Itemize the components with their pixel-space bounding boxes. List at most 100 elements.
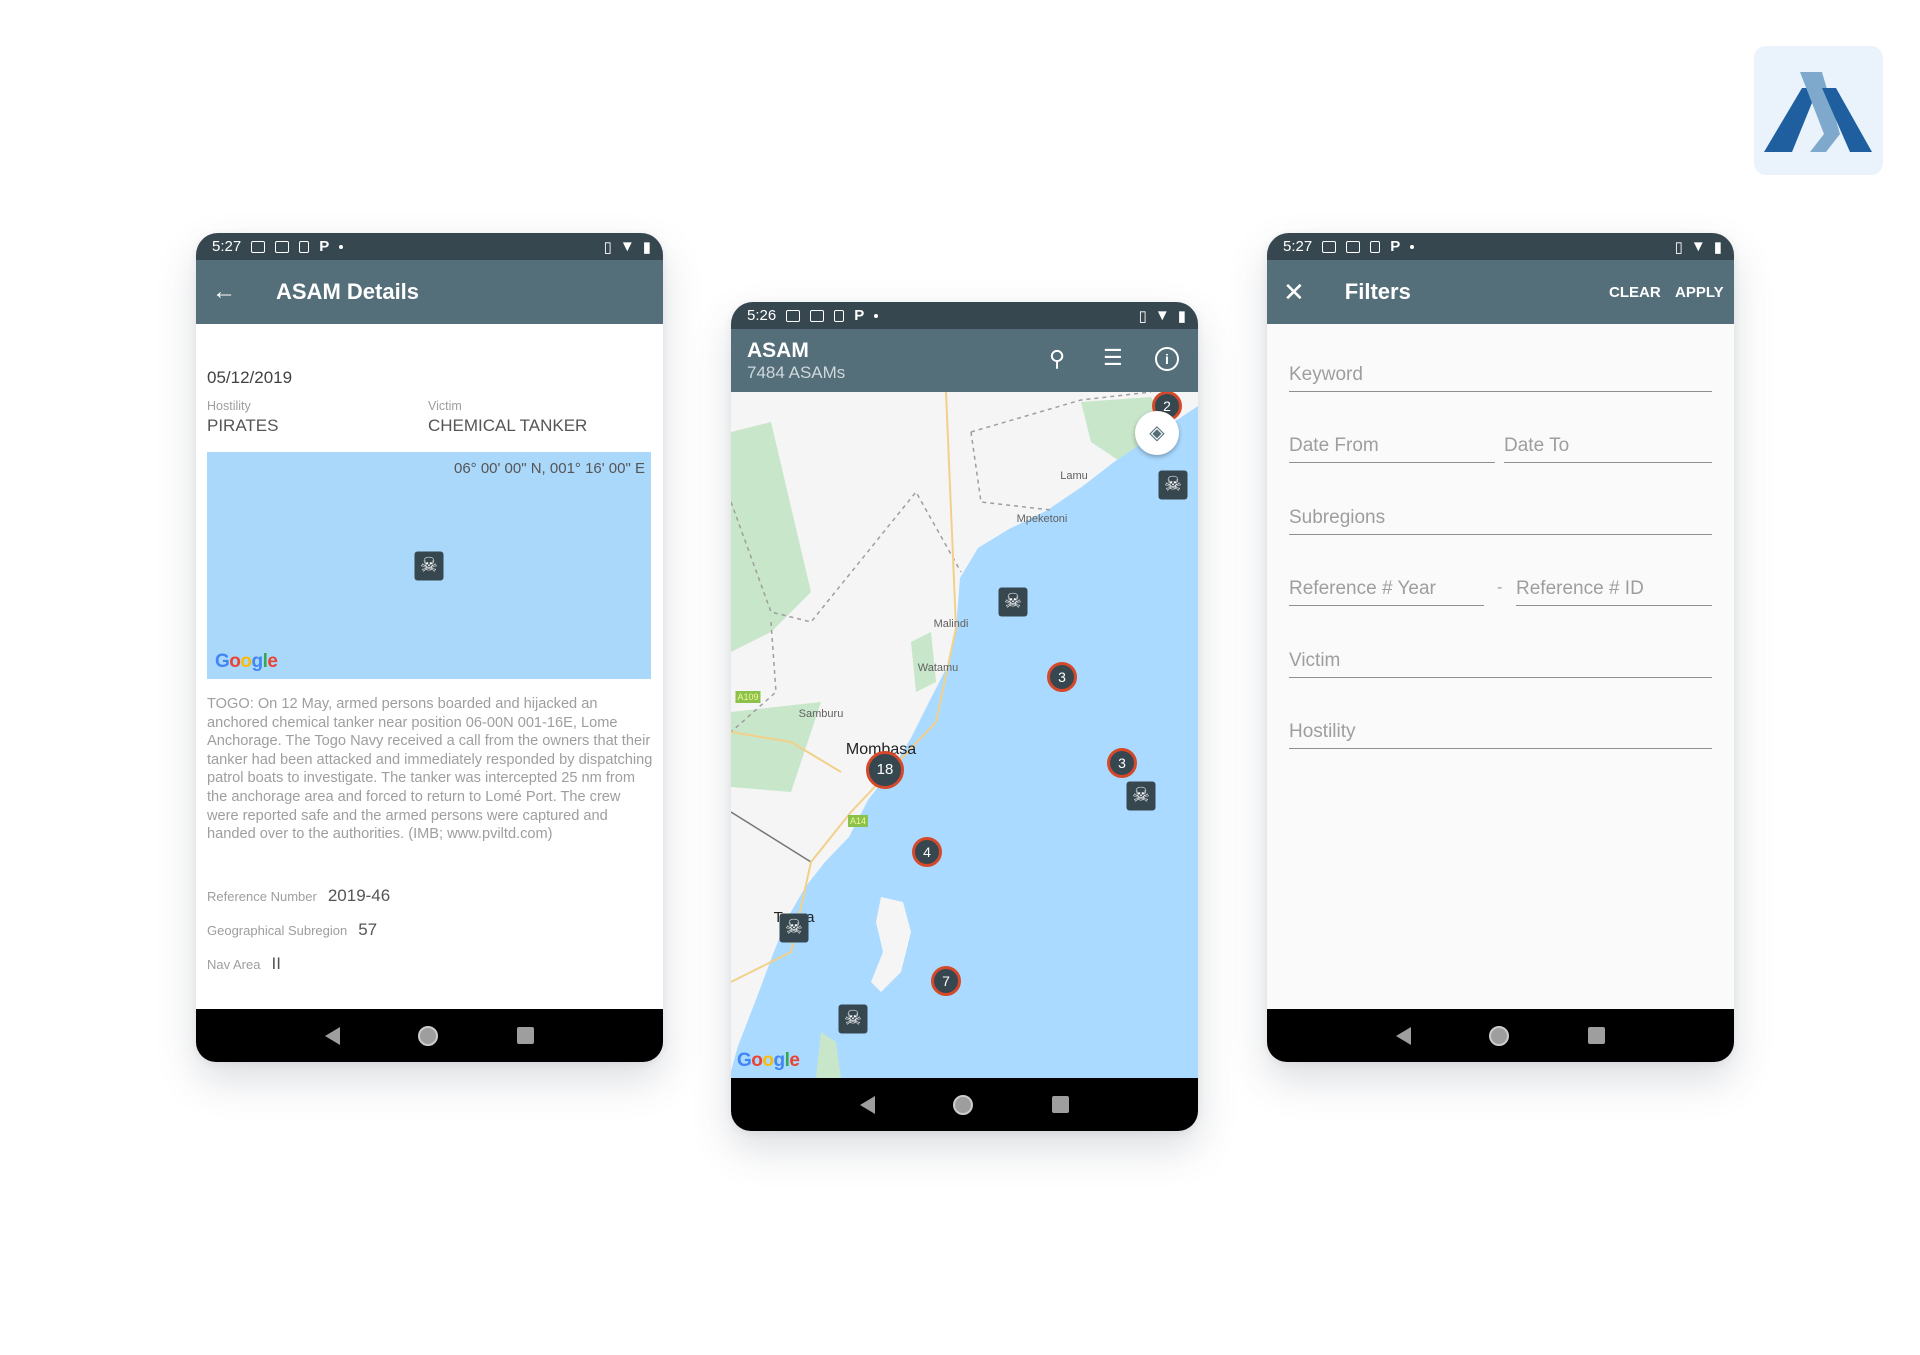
nav-recents-icon[interactable]: [1587, 1027, 1605, 1044]
subregions-input[interactable]: Subregions: [1289, 507, 1712, 535]
info-icon[interactable]: i: [1155, 347, 1179, 371]
nav-back-icon[interactable]: [1396, 1026, 1412, 1045]
close-icon[interactable]: ✕: [1283, 277, 1305, 308]
parking-icon: P: [319, 238, 330, 255]
asam-map[interactable]: Lamu Mpeketoni Malindi Watamu Samburu Mo…: [731, 392, 1198, 1078]
page-title: ASAM Details: [276, 279, 420, 304]
pirate-skull-icon[interactable]: ☠: [838, 1004, 868, 1034]
cluster-marker[interactable]: 7: [931, 966, 961, 996]
reference-value: 2019-46: [327, 886, 391, 905]
android-nav-bar: [731, 1078, 1198, 1131]
app-bar: ✕ Filters CLEAR APPLY: [1267, 260, 1734, 324]
download-icon: [299, 240, 310, 253]
cluster-marker[interactable]: 18: [866, 751, 904, 789]
google-attribution: Google: [737, 1050, 800, 1071]
nav-home-icon[interactable]: [1489, 1025, 1510, 1046]
date-from-input[interactable]: Date From: [1289, 435, 1495, 463]
hostility-input[interactable]: Hostility: [1289, 721, 1712, 749]
hostility-label: Hostility: [207, 399, 251, 413]
app-logo: [1754, 46, 1883, 175]
road-label: A14: [847, 815, 869, 827]
pirate-skull-icon[interactable]: ☠: [1126, 781, 1156, 811]
app-bar: ← ASAM Details: [196, 260, 663, 324]
layers-icon: ◈: [1149, 422, 1165, 444]
search-icon[interactable]: ⚲: [1049, 346, 1065, 372]
nav-back-icon[interactable]: [860, 1095, 876, 1114]
wifi-icon: ▼: [1690, 238, 1706, 255]
incident-description: TOGO: On 12 May, armed persons boarded a…: [207, 696, 653, 843]
reference-separator: -: [1497, 579, 1503, 596]
status-bar: 5:27 P ▯ ▼ ▮: [196, 233, 663, 260]
more-notifications-icon: [874, 313, 879, 318]
download-icon: [834, 309, 845, 322]
detail-row-reference: Reference Number 2019-46: [207, 886, 390, 906]
gmail-icon: [1322, 240, 1337, 253]
victim-input[interactable]: Victim: [1289, 650, 1712, 678]
vibrate-icon: ▯: [1674, 238, 1683, 256]
pirate-skull-icon[interactable]: ☠: [998, 587, 1028, 617]
apply-button[interactable]: APPLY: [1675, 284, 1724, 301]
map-coordinates: 06° 00' 00" N, 001° 16' 00" E: [453, 460, 645, 477]
calendar-icon: [275, 240, 290, 253]
filter-form: Keyword Date From Date To Subregions Ref…: [1267, 324, 1734, 1009]
nav-recents-icon[interactable]: [1051, 1096, 1069, 1113]
status-time: 5:26: [747, 307, 777, 324]
pirate-skull-icon[interactable]: ☠: [1158, 470, 1188, 500]
battery-icon: ▮: [642, 238, 651, 256]
gmail-icon: [251, 240, 266, 253]
keyword-input[interactable]: Keyword: [1289, 364, 1712, 392]
cluster-marker[interactable]: 3: [1107, 748, 1137, 778]
place-label: Lamu: [1060, 470, 1088, 482]
gmail-icon: [786, 309, 801, 322]
pirate-skull-icon[interactable]: ☠: [414, 551, 444, 581]
nav-home-icon[interactable]: [418, 1025, 439, 1046]
vibrate-icon: ▯: [1138, 307, 1147, 325]
incident-date: 05/12/2019: [207, 368, 293, 387]
nav-home-icon[interactable]: [953, 1094, 974, 1115]
more-notifications-icon: [1410, 244, 1415, 249]
status-time: 5:27: [1283, 238, 1313, 255]
incident-map[interactable]: 06° 00' 00" N, 001° 16' 00" E ☠ Google: [207, 452, 651, 679]
nav-area-label: Nav Area: [207, 957, 261, 972]
cluster-marker[interactable]: 4: [912, 837, 942, 867]
android-nav-bar: [196, 1009, 663, 1062]
layers-button[interactable]: ◈: [1135, 411, 1179, 455]
app-bar: ASAM 7484 ASAMs ⚲ ☰ i: [731, 329, 1198, 392]
status-bar: 5:26 P ▯ ▼ ▮: [731, 302, 1198, 329]
status-time: 5:27: [212, 238, 242, 255]
place-label: Malindi: [933, 618, 969, 630]
app-title: ASAM: [747, 338, 809, 362]
place-label: Samburu: [798, 708, 844, 720]
battery-icon: ▮: [1177, 307, 1186, 325]
reference-year-input[interactable]: Reference # Year: [1289, 578, 1484, 606]
victim-value: CHEMICAL TANKER: [428, 416, 588, 435]
subregion-label: Geographical Subregion: [207, 923, 348, 938]
battery-icon: ▮: [1713, 238, 1722, 256]
date-to-input[interactable]: Date To: [1504, 435, 1712, 463]
asam-count: 7484 ASAMs: [747, 362, 846, 382]
wifi-icon: ▼: [619, 238, 635, 255]
download-icon: [1370, 240, 1381, 253]
nav-back-icon[interactable]: [325, 1026, 341, 1045]
victim-label: Victim: [428, 399, 462, 413]
back-arrow-icon[interactable]: ←: [212, 278, 236, 306]
android-nav-bar: [1267, 1009, 1734, 1062]
calendar-icon: [1346, 240, 1361, 253]
clear-button[interactable]: CLEAR: [1609, 284, 1661, 301]
list-icon[interactable]: ☰: [1103, 345, 1123, 371]
place-label: Watamu: [917, 662, 959, 674]
reference-label: Reference Number: [207, 889, 317, 904]
asam-details-screen: 5:27 P ▯ ▼ ▮ ← ASAM Details 05/12/2019 Hos…: [196, 233, 663, 1062]
cluster-marker[interactable]: 3: [1047, 662, 1077, 692]
nav-recents-icon[interactable]: [516, 1027, 534, 1044]
filters-screen: 5:27 P ▯ ▼ ▮ ✕ Filters CLEAR APPLY Keyword…: [1267, 233, 1734, 1062]
reference-id-input[interactable]: Reference # ID: [1516, 578, 1712, 606]
parking-icon: P: [854, 307, 865, 324]
pirate-skull-icon[interactable]: ☠: [779, 913, 809, 943]
park-area: [731, 422, 811, 652]
hostility-value: PIRATES: [207, 416, 279, 435]
vibrate-icon: ▯: [603, 238, 612, 256]
asam-map-screen: 5:26 P ▯ ▼ ▮ ASAM 7484 ASAMs ⚲ ☰ i Lamu …: [731, 302, 1198, 1131]
nav-area-value: II: [271, 954, 281, 973]
more-notifications-icon: [339, 244, 344, 249]
